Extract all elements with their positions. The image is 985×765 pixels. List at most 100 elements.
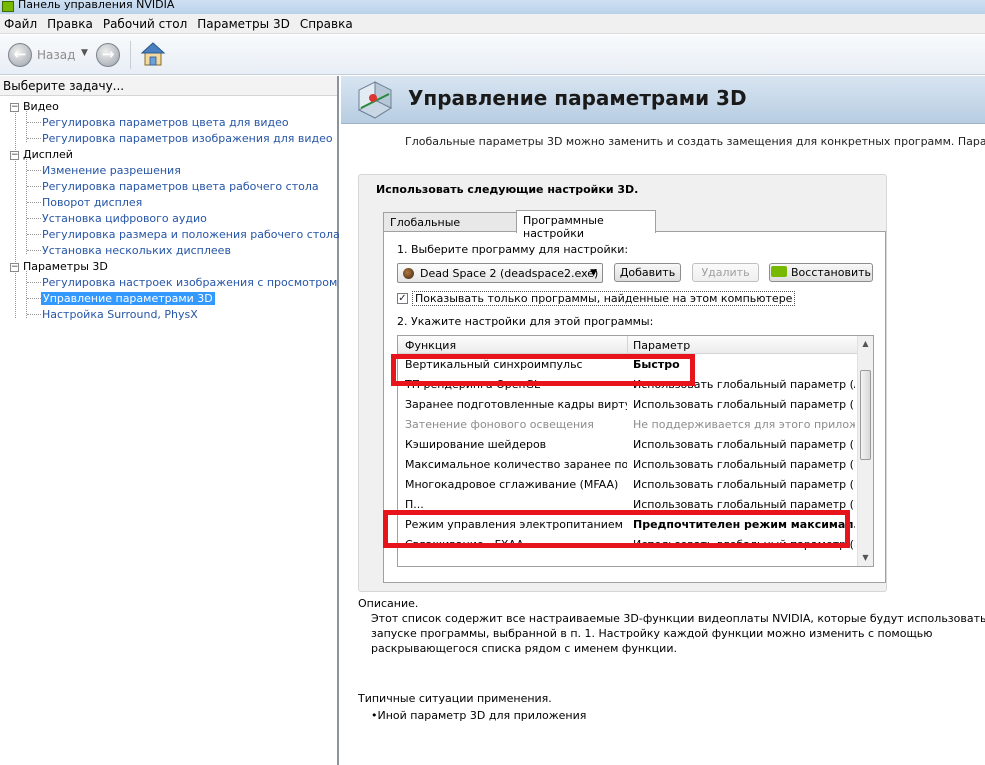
tree-group-display[interactable]: − Дисплей [10, 148, 73, 161]
menu-help[interactable]: Справка [296, 17, 359, 31]
remove-button[interactable]: Удалить [692, 263, 759, 282]
tree-connector [27, 122, 41, 123]
collapse-icon[interactable]: − [10, 102, 19, 112]
tree-connector [26, 159, 27, 254]
row-value[interactable]: Использовать глобальный параметр (И... [633, 458, 855, 471]
restore-button-label: Восстановить [791, 266, 871, 279]
nvidia-app-icon [2, 1, 14, 12]
tree-connector [27, 218, 41, 219]
usage-label: Типичные ситуации применения. [358, 692, 552, 705]
content-panel: Управление параметрами 3D Глобальные пар… [341, 76, 985, 765]
settings-row[interactable]: Заранее подготовленные кадры вирту... Исп… [398, 395, 858, 415]
column-separator [627, 336, 628, 354]
window-title: Панель управления NVIDIA [18, 0, 175, 11]
tree-item-video-image[interactable]: Регулировка параметров изображения для в… [42, 132, 333, 145]
tree-item-rotate-display[interactable]: Поворот дисплея [42, 196, 142, 209]
settings-row[interactable]: Режим управления электропитанием Предпочт… [398, 515, 858, 535]
row-value[interactable]: Использовать глобальный параметр (В... [633, 538, 855, 551]
show-found-programs-checkbox[interactable]: ✓ [397, 293, 408, 304]
row-value[interactable]: Предпочтителен режим максимал... [633, 518, 855, 531]
tree-group-label: Дисплей [23, 148, 73, 161]
program-select[interactable]: Dead Space 2 (deadspace2.exe) ▼ [397, 263, 603, 283]
settings-row[interactable]: Сглаживание - FXAA Использовать глобальны… [398, 535, 858, 555]
row-value[interactable]: Использовать глобальный параметр (В... [633, 478, 855, 491]
tree-item-desktop-size[interactable]: Регулировка размера и положения рабочего… [42, 228, 340, 241]
settings-row[interactable]: Вертикальный синхроимпульс Быстро [398, 355, 858, 375]
3d-settings-icon [357, 81, 393, 119]
home-icon[interactable] [140, 41, 166, 67]
row-feature: Заранее подготовленные кадры вирту... [405, 398, 627, 411]
chevron-down-icon: ▼ [590, 268, 597, 278]
settings-row[interactable]: Затенение фонового освещения Не поддержив… [398, 415, 858, 435]
tab-program-settings[interactable]: Программные настройки [516, 210, 656, 240]
tree-group-video[interactable]: − Видео [10, 100, 59, 113]
tree-group-3d[interactable]: − Параметры 3D [10, 260, 108, 273]
program-settings-page: 1. Выберите программу для настройки: Dea… [383, 231, 886, 583]
history-dropdown-icon[interactable]: ▼ [81, 48, 88, 58]
row-feature: Максимальное количество заранее под... [405, 458, 627, 471]
tree-connector [27, 170, 41, 171]
row-value[interactable]: Использовать глобальный параметр (В... [633, 438, 855, 451]
tree-group-label: Видео [23, 100, 59, 113]
scroll-thumb[interactable] [860, 370, 871, 460]
row-value[interactable]: Использовать глобальный параметр (А... [633, 378, 855, 391]
tree-connector [27, 282, 41, 283]
back-button[interactable]: ← [8, 43, 32, 67]
tree-item-image-preview[interactable]: Регулировка настроек изображения с просм… [42, 276, 337, 289]
task-tree-panel: Выберите задачу... − Видео Регулировка па… [0, 76, 340, 765]
usage-item: •Иной параметр 3D для приложения [371, 709, 586, 722]
settings-groupbox: Использовать следующие настройки 3D. Гло… [358, 174, 887, 592]
settings-row[interactable]: П... Использовать глобальный параметр (В.… [398, 495, 858, 515]
menu-desktop[interactable]: Рабочий стол [99, 17, 193, 31]
settings-row[interactable]: Максимальное количество заранее под... Ис… [398, 455, 858, 475]
show-found-programs-label[interactable]: Показывать только программы, найденные н… [412, 291, 796, 306]
grid-scrollbar[interactable]: ▲ ▼ [857, 336, 873, 566]
settings-row[interactable]: Многокадровое сглаживание (MFAA) Использо… [398, 475, 858, 495]
tree-connector [27, 202, 41, 203]
scroll-up-icon[interactable]: ▲ [858, 336, 873, 352]
nvidia-restore-icon [771, 266, 788, 277]
restore-button[interactable]: Восстановить [769, 263, 873, 282]
row-value[interactable]: Быстро [633, 358, 855, 371]
row-value[interactable]: Использовать глобальный параметр (В... [633, 498, 855, 511]
column-header-value[interactable]: Параметр [633, 339, 690, 352]
tree-group-label: Параметры 3D [23, 260, 108, 273]
groupbox-title: Использовать следующие настройки 3D. [376, 183, 639, 196]
tree-item-resolution[interactable]: Изменение разрешения [42, 164, 181, 177]
tree-item-digital-audio[interactable]: Установка цифрового аудио [42, 212, 207, 225]
step1-label: 1. Выберите программу для настройки: [397, 243, 629, 256]
tree-item-desktop-color[interactable]: Регулировка параметров цвета рабочего ст… [42, 180, 319, 193]
tree-connector [27, 250, 41, 251]
row-value[interactable]: Не поддерживается для этого приложе... [633, 418, 855, 431]
settings-row[interactable]: ТП рендеринга OpenGL Использовать глобаль… [398, 375, 858, 395]
tree-item-multiple-displays[interactable]: Установка нескольких дисплеев [42, 244, 231, 257]
settings-row[interactable]: Кэширование шейдеров Использовать глобаль… [398, 435, 858, 455]
page-banner: Управление параметрами 3D [341, 76, 985, 124]
description-line: раскрывающегося списка рядом с именем фу… [371, 642, 677, 655]
menu-file[interactable]: Файл [0, 17, 43, 31]
menu-3d-settings[interactable]: Параметры 3D [193, 17, 296, 31]
column-header-feature[interactable]: Функция [405, 339, 456, 352]
forward-button[interactable]: → [96, 43, 120, 67]
usage-item-text: Иной параметр 3D для приложения [377, 709, 587, 722]
tab-global-settings[interactable]: Глобальные параметры [383, 212, 517, 242]
scroll-down-icon[interactable]: ▼ [858, 550, 873, 566]
tree-item-manage-3d[interactable]: Управление параметрами 3D [41, 292, 215, 305]
title-bar: Панель управления NVIDIA [0, 0, 985, 14]
settings-grid: Функция Параметр Вертикальный синхроимпу… [397, 335, 874, 567]
task-tree-header: Выберите задачу... [0, 76, 337, 96]
collapse-icon[interactable]: − [10, 150, 19, 160]
back-label: Назад [37, 48, 76, 62]
row-value[interactable]: Использовать глобальный параметр (1) [633, 398, 855, 411]
tree-connector [27, 314, 41, 315]
menu-edit[interactable]: Правка [43, 17, 99, 31]
description-label: Описание. [358, 597, 419, 610]
row-feature: Кэширование шейдеров [405, 438, 547, 451]
tree-connector [27, 138, 41, 139]
row-feature: П... [405, 498, 424, 511]
tree-connector [27, 186, 41, 187]
add-button[interactable]: Добавить [614, 263, 681, 282]
tree-item-surround-physx[interactable]: Настройка Surround, PhysX [42, 308, 198, 321]
tree-item-video-color[interactable]: Регулировка параметров цвета для видео [42, 116, 289, 129]
collapse-icon[interactable]: − [10, 262, 19, 272]
